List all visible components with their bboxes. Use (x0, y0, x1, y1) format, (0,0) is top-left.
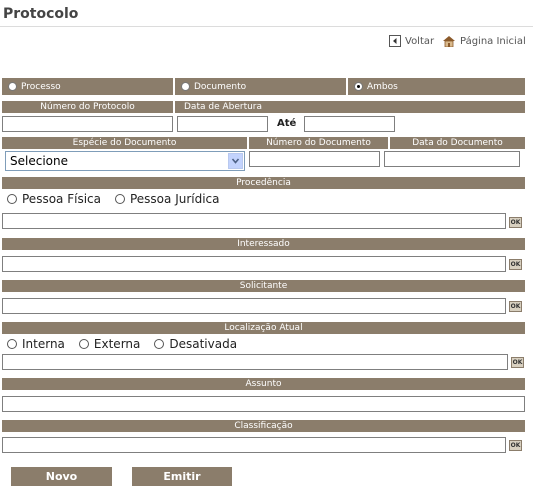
label-procedencia: Procedência (2, 177, 525, 189)
especie-documento-select[interactable]: Selecione (5, 151, 245, 171)
label-numero-documento: Número do Documento (249, 137, 388, 149)
title-divider (0, 26, 533, 27)
option-desativada[interactable]: Desativada (154, 337, 237, 351)
radio-documento-label: Documento (194, 81, 247, 92)
option-pessoa-juridica-label: Pessoa Jurídica (129, 192, 220, 206)
option-interna[interactable]: Interna (7, 337, 65, 351)
back-link[interactable]: Voltar (389, 35, 434, 47)
radio-externa[interactable] (78, 339, 89, 349)
radio-interna[interactable] (7, 339, 17, 349)
novo-button[interactable]: Novo (11, 467, 112, 486)
data-documento-input[interactable] (384, 151, 520, 167)
radio-documento[interactable]: Documento (175, 78, 346, 95)
radio-ambos-circle[interactable] (354, 82, 363, 91)
chevron-down-icon[interactable] (228, 153, 243, 169)
numero-protocolo-input[interactable] (2, 116, 173, 132)
localizacao-options: Interna Externa Desativada (7, 337, 251, 351)
classificacao-input[interactable] (2, 437, 506, 453)
radio-processo[interactable]: Processo (2, 78, 173, 95)
label-interessado: Interessado (2, 238, 525, 250)
radio-desativada[interactable] (154, 339, 165, 349)
radio-pessoa-fisica[interactable] (7, 194, 17, 204)
especie-select-value: Selecione (10, 154, 68, 168)
option-externa[interactable]: Externa (78, 337, 141, 351)
solicitante-input[interactable] (2, 298, 506, 314)
localizacao-input[interactable] (2, 354, 508, 370)
option-pessoa-fisica[interactable]: Pessoa Física (7, 192, 101, 206)
option-pessoa-juridica[interactable]: Pessoa Jurídica (114, 192, 220, 206)
radio-pessoa-juridica[interactable] (114, 194, 125, 204)
interessado-ok-button[interactable]: OK (509, 259, 522, 270)
label-data-documento: Data do Documento (390, 137, 525, 149)
radio-processo-label: Processo (21, 81, 61, 92)
page-title: Protocolo (3, 6, 79, 22)
back-link-label: Voltar (405, 35, 435, 47)
label-solicitante: Solicitante (2, 280, 525, 292)
emitir-button[interactable]: Emitir (132, 467, 232, 486)
radio-documento-circle[interactable] (181, 82, 190, 91)
label-localizacao-atual: Localização Atual (2, 322, 525, 334)
solicitante-ok-button[interactable]: OK (509, 301, 522, 312)
ate-label: Até (277, 118, 297, 129)
home-link-label: Página Inicial (460, 35, 526, 47)
numero-documento-input[interactable] (249, 151, 380, 167)
procedencia-options: Pessoa Física Pessoa Jurídica (7, 192, 234, 206)
procedencia-ok-button[interactable]: OK (509, 217, 522, 228)
localizacao-ok-button[interactable]: OK (511, 357, 524, 368)
option-desativada-label: Desativada (169, 337, 238, 351)
procedencia-input[interactable] (2, 213, 506, 229)
data-abertura-inicio-input[interactable] (177, 116, 268, 132)
label-data-abertura: Data de Abertura (175, 101, 525, 113)
home-link[interactable]: Página Inicial (442, 35, 526, 48)
data-abertura-fim-input[interactable] (304, 116, 395, 132)
assunto-input[interactable] (2, 396, 525, 412)
label-especie-documento: Espécie do Documento (2, 137, 247, 149)
radio-processo-circle[interactable] (8, 82, 17, 91)
label-assunto: Assunto (2, 378, 525, 390)
label-classificacao: Classificação (2, 420, 525, 432)
radio-ambos-label: Ambos (367, 81, 398, 92)
interessado-input[interactable] (2, 256, 506, 272)
classificacao-ok-button[interactable]: OK (509, 440, 522, 451)
label-numero-protocolo: Número do Protocolo (2, 101, 173, 113)
back-arrow-icon (389, 35, 401, 47)
home-icon (442, 35, 456, 48)
radio-ambos[interactable]: Ambos (348, 78, 525, 95)
option-interna-label: Interna (22, 337, 65, 351)
option-externa-label: Externa (93, 337, 141, 351)
option-pessoa-fisica-label: Pessoa Física (22, 192, 101, 206)
